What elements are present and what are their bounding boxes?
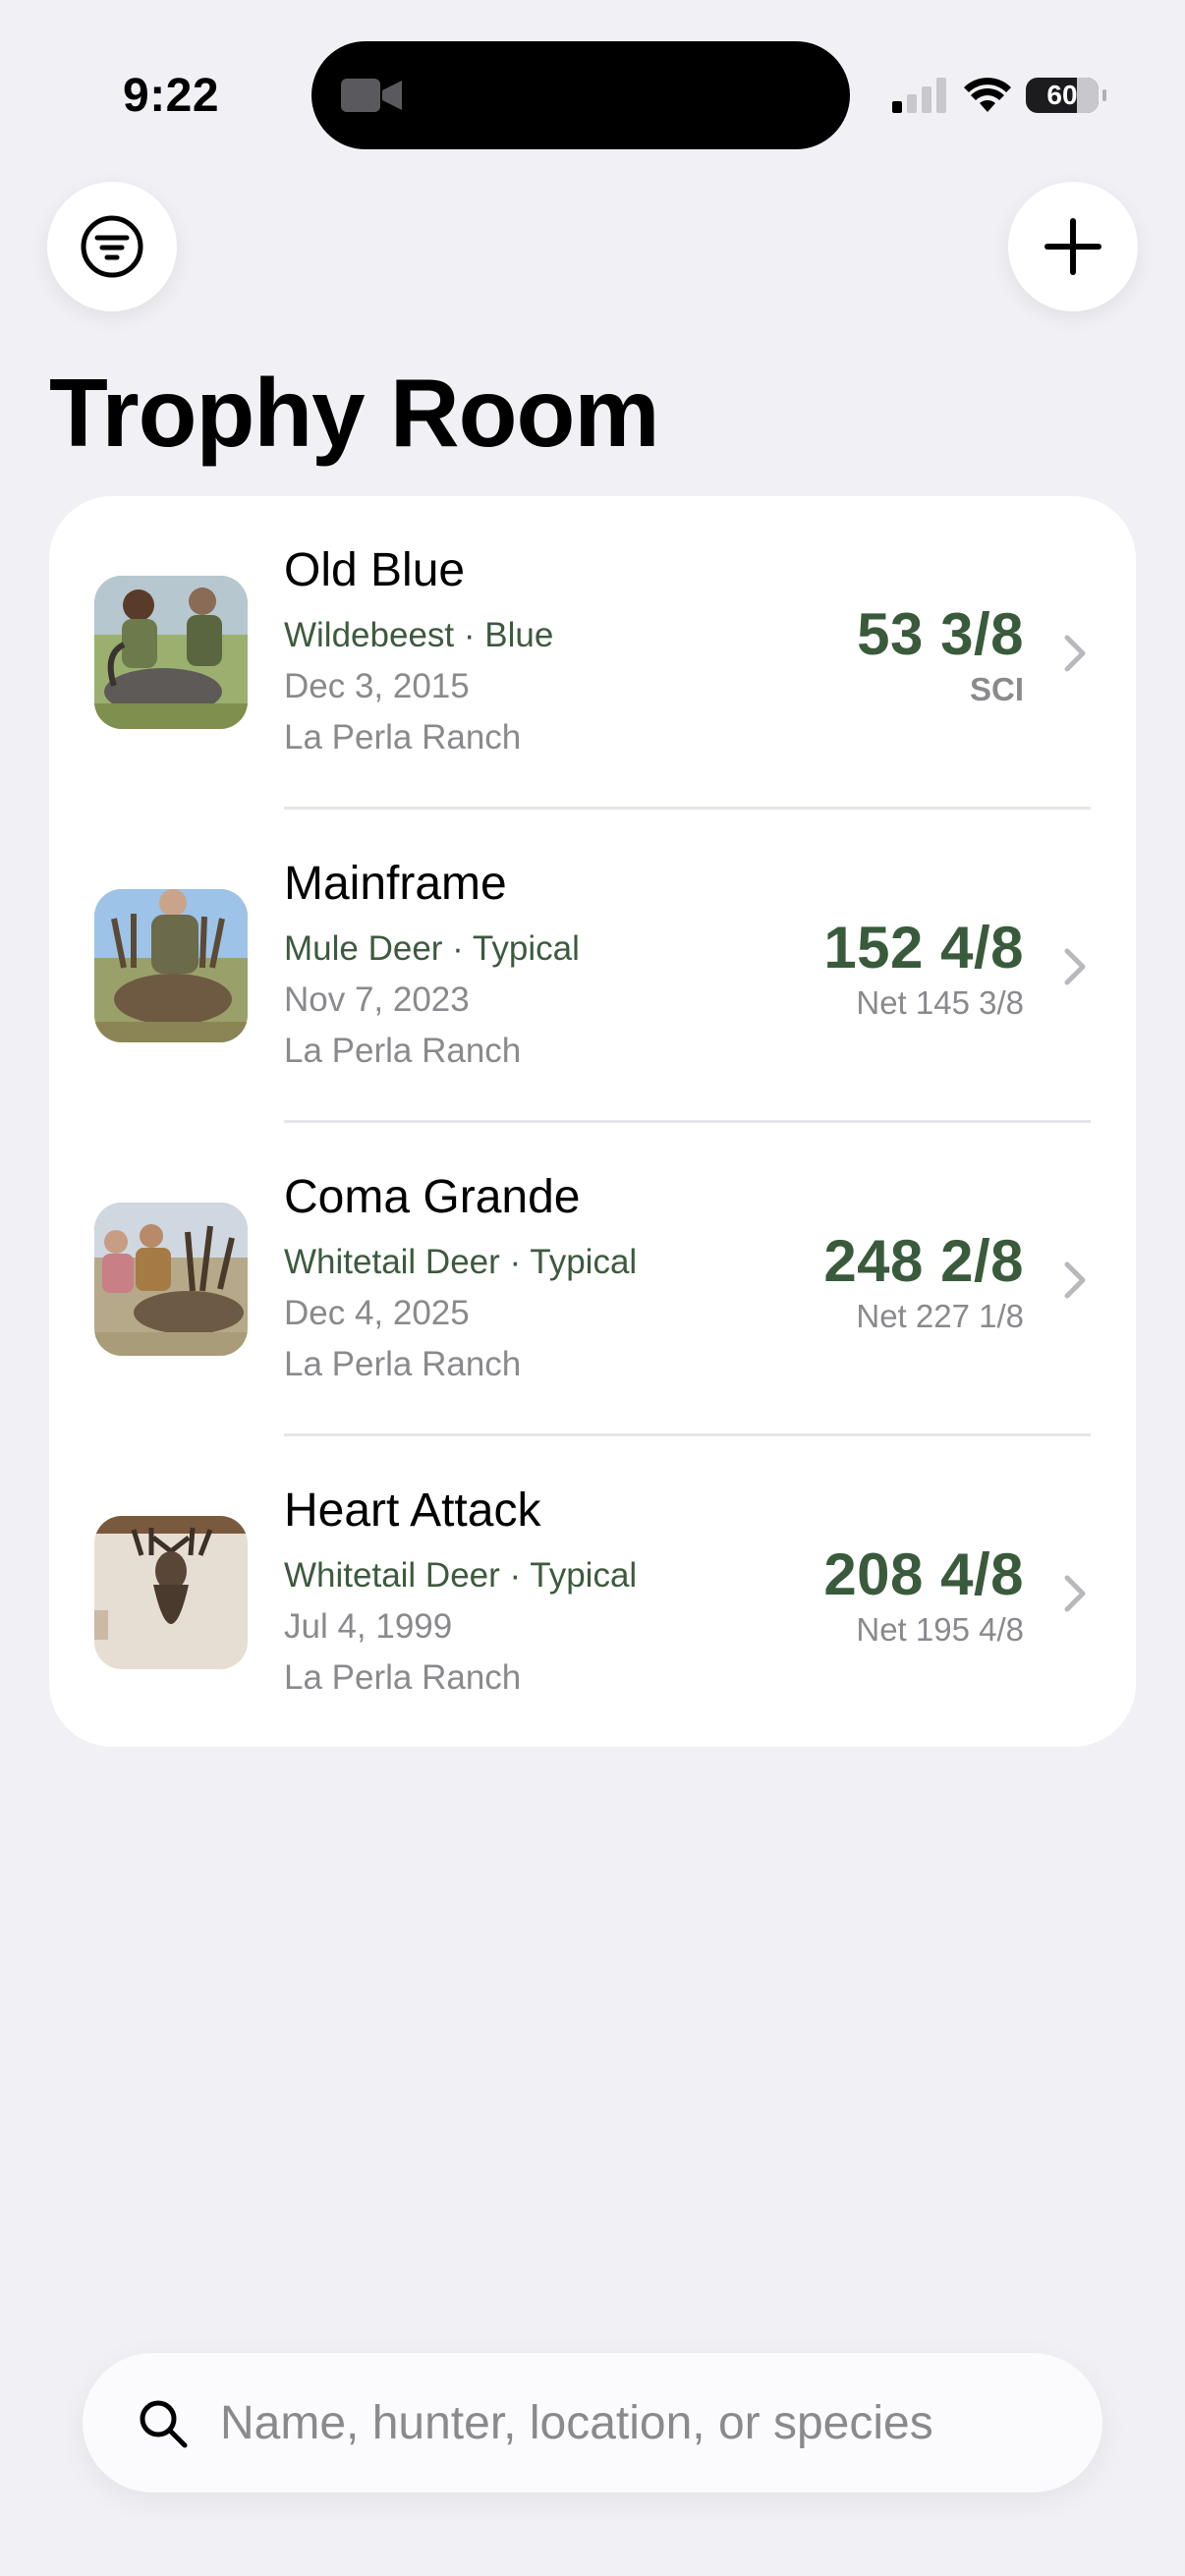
trophy-species: Whitetail Deer · Typical [284,1243,638,1281]
trophy-row-old-blue[interactable]: Old Blue Wildebeest · Blue Dec 3, 2015 L… [49,496,1136,810]
cellular-signal-icon [892,78,946,113]
status-time: 9:22 [123,70,220,122]
page-title: Trophy Room [49,359,660,467]
video-camera-icon [341,79,402,112]
trophy-date: Jul 4, 1999 [284,1607,453,1646]
trophy-score: 208 4/8 [823,1541,1024,1607]
trophy-location: La Perla Ranch [284,718,522,756]
trophy-date: Dec 4, 2025 [284,1294,470,1332]
trophy-net-score: Net 195 4/8 [856,1611,1024,1648]
wifi-icon [964,78,1011,112]
search-bar[interactable] [83,2353,1102,2492]
trophy-species: Mule Deer · Typical [284,929,580,968]
add-trophy-button[interactable] [1008,182,1138,311]
trophy-list: Old Blue Wildebeest · Blue Dec 3, 2015 L… [49,496,1136,1747]
trophy-date: Nov 7, 2023 [284,980,470,1019]
trophy-name: Coma Grande [284,1171,581,1223]
chevron-right-icon [1064,1575,1086,1612]
trophy-row-heart-attack[interactable]: Heart Attack Whitetail Deer · Typical Ju… [49,1436,1136,1747]
trophy-photo [94,889,248,1042]
trophy-name: Mainframe [284,858,507,910]
chevron-right-icon [1064,635,1086,672]
battery-level: 60 [1046,80,1078,110]
trophy-score: 152 4/8 [823,915,1024,980]
dynamic-island [311,41,850,149]
trophy-score: 248 2/8 [823,1228,1024,1294]
trophy-row-coma-grande[interactable]: Coma Grande Whitetail Deer · Typical Dec… [49,1123,1136,1436]
filter-lines-icon [81,215,143,278]
trophy-location: La Perla Ranch [284,1345,522,1383]
trophy-species: Wildebeest · Blue [284,616,554,654]
trophy-species: Whitetail Deer · Typical [284,1556,638,1595]
trophy-photo [94,1203,248,1356]
trophy-net-score: Net 145 3/8 [856,984,1024,1021]
status-icons: 60 [892,77,1106,114]
trophy-name: Old Blue [284,544,466,596]
chevron-right-icon [1064,1261,1086,1299]
trophy-photo [94,1516,248,1669]
battery-icon: 60 [1026,78,1106,113]
trophy-location: La Perla Ranch [284,1032,522,1070]
trophy-name: Heart Attack [284,1484,541,1537]
trophy-location: La Perla Ranch [284,1658,522,1697]
plus-icon [1044,218,1101,275]
search-icon [140,2400,188,2448]
trophy-score: 53 3/8 [857,601,1024,667]
trophy-net-score: Net 227 1/8 [856,1298,1024,1334]
chevron-right-icon [1064,948,1086,985]
trophy-date: Dec 3, 2015 [284,667,470,705]
filter-button[interactable] [47,182,177,311]
trophy-photo [94,576,248,729]
trophy-score-system: SCI [969,671,1024,707]
trophy-row-mainframe[interactable]: Mainframe Mule Deer · Typical Nov 7, 202… [49,810,1136,1123]
search-input[interactable] [220,2380,1065,2465]
